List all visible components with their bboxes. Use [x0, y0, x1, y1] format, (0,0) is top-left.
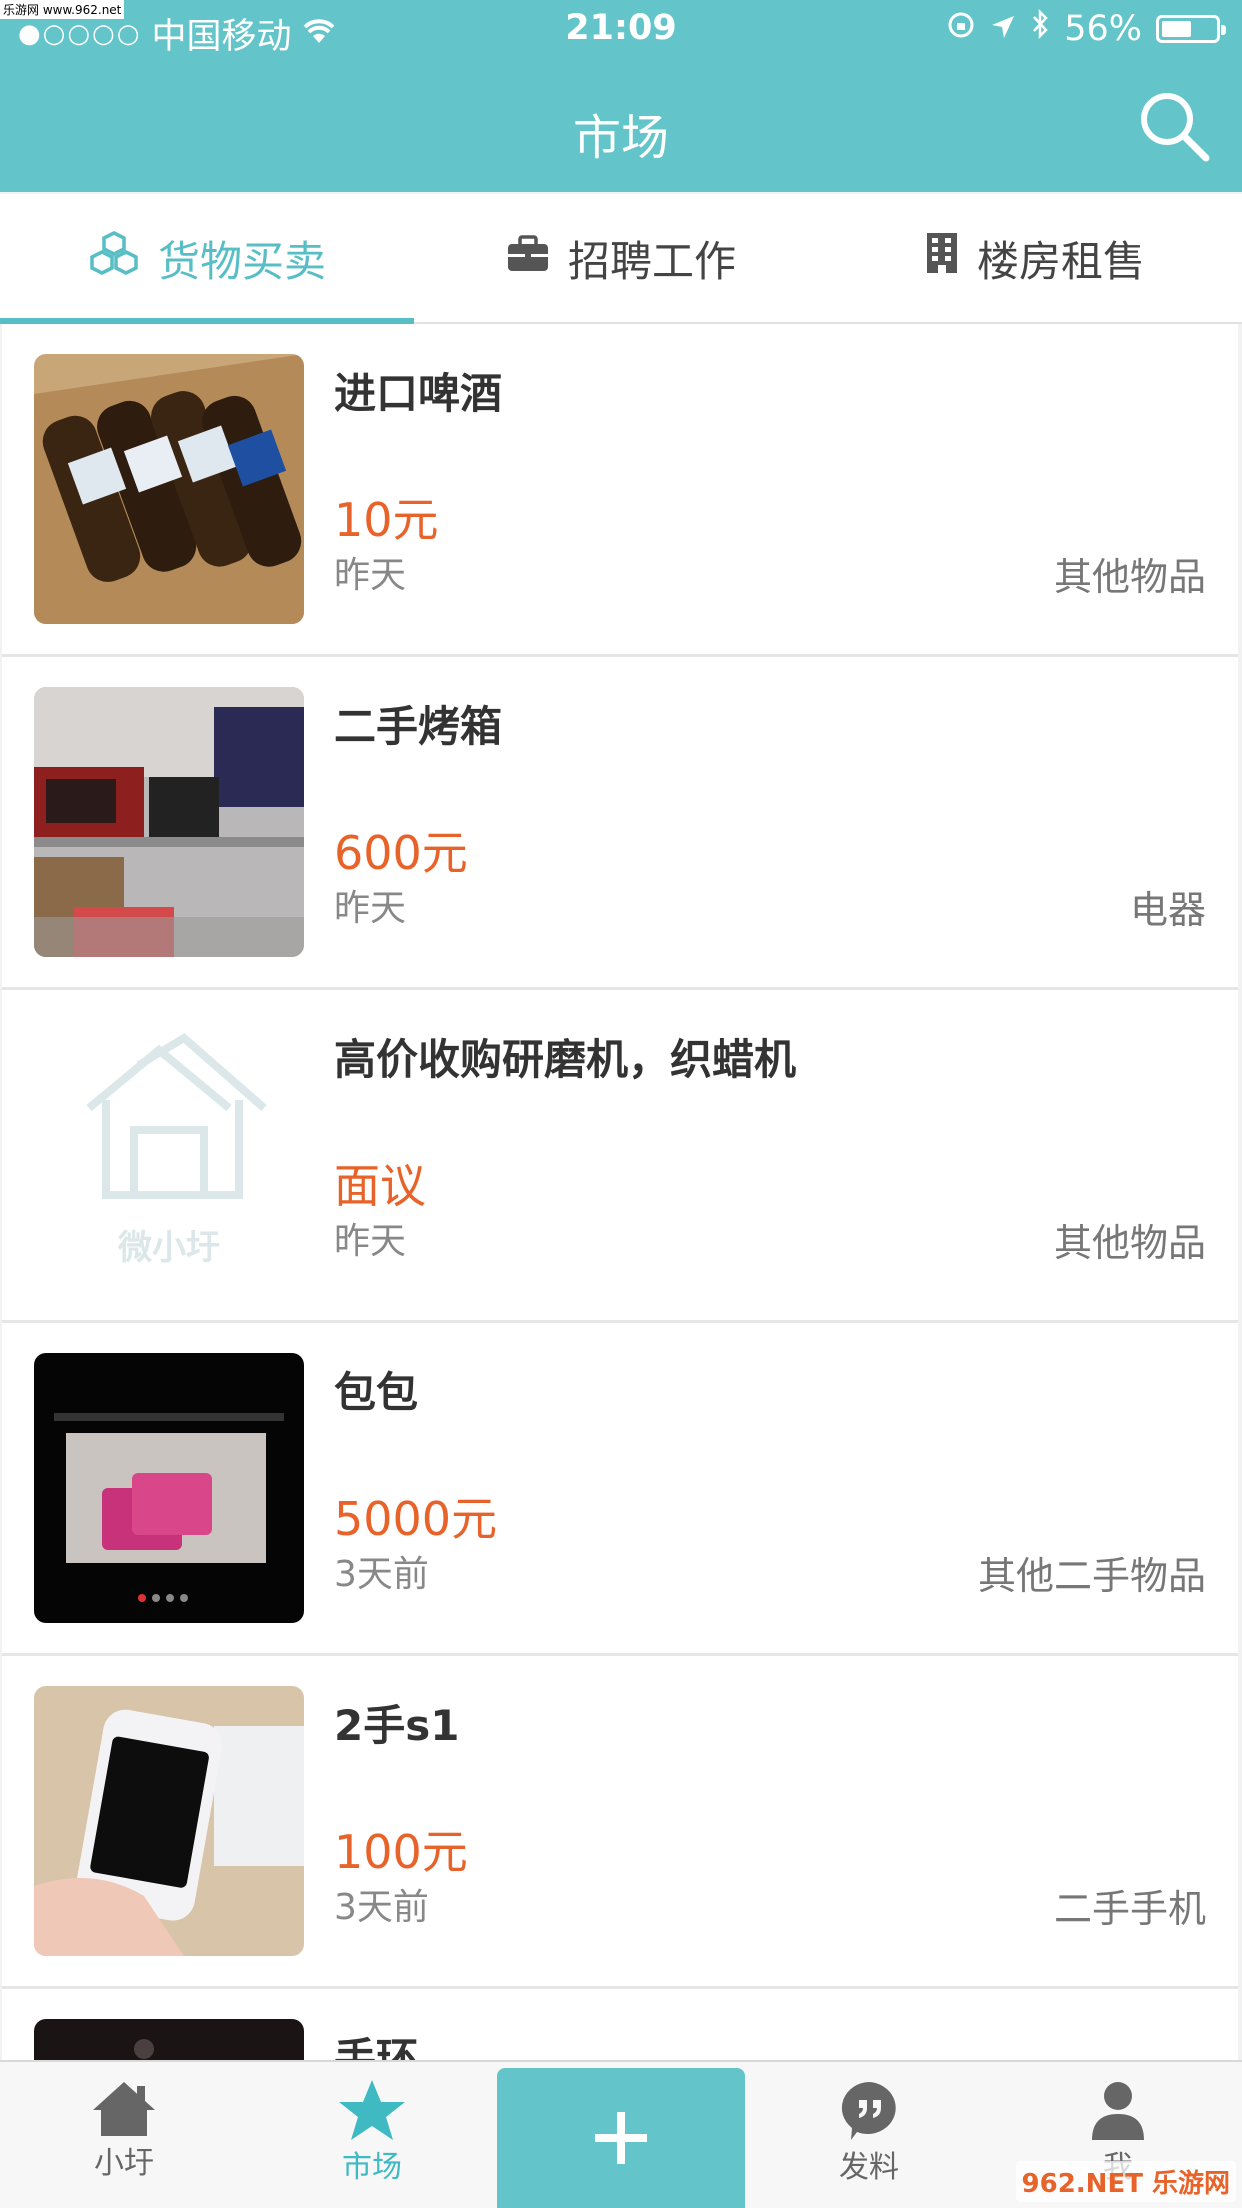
- tabbar-label-post: 发料: [839, 2150, 899, 2185]
- bluetooth-icon: [1030, 8, 1050, 49]
- placeholder-brand: 微小圩: [118, 1228, 220, 1268]
- tabbar-label-market: 市场: [342, 2150, 402, 2185]
- location-icon: [990, 9, 1016, 49]
- tabbar-label-home: 小圩: [94, 2146, 154, 2181]
- listing-category: 二手手机: [1053, 1887, 1206, 1931]
- listing-category: 其他二手物品: [977, 1554, 1206, 1598]
- home-icon: [93, 2082, 155, 2136]
- listing-thumbnail: [34, 354, 304, 624]
- person-icon: [1092, 2082, 1144, 2140]
- listing-time: 昨天: [334, 1221, 407, 1262]
- list-item[interactable]: 进口啤酒 10元 昨天 其他物品: [2, 324, 1238, 657]
- listing-category: 其他物品: [1053, 1221, 1206, 1265]
- building-icon: [925, 231, 959, 285]
- listing-category: 电器: [1129, 888, 1206, 932]
- status-right: 56%: [946, 8, 1226, 49]
- listing-title: 进口啤酒: [334, 369, 503, 418]
- rotation-lock-icon: [946, 9, 976, 49]
- tab-jobs-label: 招聘工作: [567, 236, 736, 286]
- listing-title: 2手s1: [334, 1701, 460, 1750]
- listing-title: 包包: [334, 1368, 419, 1417]
- tab-jobs[interactable]: 招聘工作: [414, 194, 828, 322]
- category-tabs: 货物买卖 招聘工作 楼房租售: [0, 194, 1242, 324]
- plus-icon: [595, 2112, 647, 2164]
- corner-watermark: 962.NET 乐游网: [1015, 2161, 1236, 2202]
- listing-time: 昨天: [334, 555, 407, 596]
- battery-icon: [1156, 14, 1226, 43]
- page-title: 市场: [572, 110, 669, 166]
- list-item[interactable]: 2手s1 100元 3天前 二手手机: [2, 1656, 1238, 1989]
- quote-bubble-icon: [841, 2082, 896, 2140]
- listing-category: 其他物品: [1053, 555, 1206, 599]
- listing-price: 面议: [334, 1159, 426, 1213]
- bottom-tab-bar: 小圩 市场 发料 我 962.NET 乐游网: [0, 2060, 1242, 2208]
- listing-title: 二手烤箱: [334, 702, 503, 751]
- watermark-label: 乐游网 www.962.net: [0, 0, 125, 19]
- house-placeholder-icon: [86, 1033, 267, 1199]
- list-item[interactable]: 二手烤箱 600元 昨天 电器: [2, 657, 1238, 990]
- listing-price: 600元: [334, 826, 468, 880]
- listing-thumbnail-placeholder: 微小圩: [34, 1020, 304, 1290]
- listing-price: 10元: [334, 493, 439, 547]
- status-bar: ●○○○○ 中国移动 21:09 56%: [0, 0, 1242, 62]
- cubes-icon: [88, 231, 140, 285]
- listing-thumbnail: [34, 1353, 304, 1623]
- tab-goods[interactable]: 货物买卖: [0, 194, 414, 324]
- list-item[interactable]: 微小圩 高价收购研磨机，织蜡机 面议 昨天 其他物品: [2, 990, 1238, 1323]
- search-button[interactable]: [1134, 86, 1214, 166]
- battery-percent: 56%: [1064, 8, 1142, 49]
- tab-housing[interactable]: 楼房租售: [828, 194, 1242, 322]
- list-item[interactable]: 包包 5000元 3天前 其他二手物品: [2, 1323, 1238, 1656]
- listing-price: 100元: [334, 1825, 468, 1879]
- star-icon: [339, 2080, 405, 2140]
- listing-thumbnail: [34, 687, 304, 957]
- listing-time: 昨天: [334, 888, 407, 929]
- tabbar-item-post[interactable]: 发料: [745, 2062, 993, 2208]
- listing-thumbnail: [34, 1686, 304, 1956]
- listing-time: 3天前: [334, 1554, 429, 1595]
- tab-housing-label: 楼房租售: [976, 236, 1145, 286]
- tabbar-item-home[interactable]: 小圩: [0, 2062, 248, 2208]
- listing-title: 高价收购研磨机，织蜡机: [334, 1035, 797, 1084]
- briefcase-icon: [506, 234, 550, 283]
- search-icon: [1141, 93, 1210, 162]
- listing-price: 5000元: [334, 1492, 498, 1546]
- tabbar-item-market[interactable]: 市场: [248, 2062, 496, 2208]
- tab-goods-label: 货物买卖: [157, 236, 326, 286]
- add-post-button[interactable]: [497, 2068, 745, 2208]
- listing-time: 3天前: [334, 1887, 429, 1928]
- navigation-bar: 市场: [0, 62, 1242, 192]
